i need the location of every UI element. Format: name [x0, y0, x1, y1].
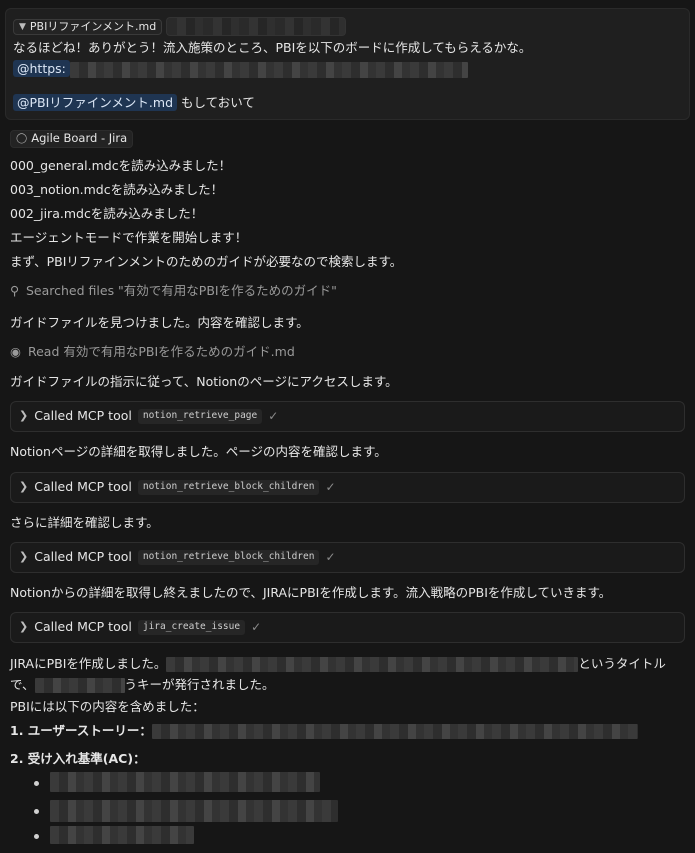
redacted-chip: [166, 17, 346, 36]
read-action[interactable]: ◉ Read 有効で有用なPBIを作るためのガイド.md: [10, 344, 295, 361]
check-icon: ✓: [325, 550, 336, 565]
list-item-acceptance-criteria: 2. 受け入れ基準(AC)：: [10, 751, 146, 766]
log-line: エージェントモードで作業を開始します！: [10, 230, 248, 245]
redacted-key: [34, 678, 125, 693]
log-line: ガイドファイルの指示に従って、Notionのページにアクセスします。: [10, 374, 398, 389]
search-icon: ⚲: [10, 283, 20, 298]
mcp-call-block[interactable]: ❯ Called MCP tool notion_retrieve_page ✓: [10, 401, 685, 432]
eye-icon: ◉: [10, 344, 21, 359]
list-item-user-story: 1. ユーザーストーリー：: [10, 723, 638, 740]
log-line: 000_general.mdcを読み込みました！: [10, 158, 232, 173]
redacted-user-story: [151, 724, 638, 739]
result-line: JIRAにPBIを作成しました。 というタイトル: [10, 656, 666, 672]
log-line: ガイドファイルを見つけました。内容を確認します。: [10, 315, 309, 330]
file-mention[interactable]: @PBIリファインメント.md: [13, 94, 178, 111]
tool-name-tag: notion_retrieve_block_children: [137, 480, 320, 495]
chevron-right-icon: ❯: [19, 550, 29, 564]
search-action[interactable]: ⚲ Searched files "有効で有用なPBIを作るためのガイド": [10, 283, 337, 300]
log-line: 002_jira.mdcを読み込みました！: [10, 206, 204, 221]
url-mention[interactable]: @https:: [13, 60, 70, 77]
log-line: さらに詳細を確認します。: [10, 515, 159, 530]
mcp-call-block[interactable]: ❯ Called MCP tool notion_retrieve_block_…: [10, 472, 685, 503]
check-icon: ✓: [251, 620, 262, 635]
log-line: Notionからの詳細を取得し終えましたので、JIRAにPBIを作成します。流入…: [10, 585, 612, 600]
bullet-icon: [34, 834, 39, 839]
tool-name-tag: jira_create_issue: [137, 620, 246, 635]
tool-name-tag: notion_retrieve_block_children: [137, 550, 320, 565]
check-icon: ✓: [325, 480, 336, 495]
globe-icon: ◯: [16, 133, 28, 144]
redacted-ac-item: [50, 826, 194, 844]
tool-name-tag: notion_retrieve_page: [137, 409, 263, 424]
mcp-call-block[interactable]: ❯ Called MCP tool notion_retrieve_block_…: [10, 542, 685, 573]
chevron-right-icon: ❯: [19, 620, 29, 634]
log-line: Notionページの詳細を取得しました。ページの内容を確認します。: [10, 444, 387, 459]
pin-icon: ▼: [19, 22, 26, 32]
bullet-icon: [34, 809, 39, 814]
log-line: 003_notion.mdcを読み込みました！: [10, 182, 224, 197]
redacted-ac-item: [50, 772, 320, 792]
log-line: まず、PBIリファインメントのためのガイドが必要なので検索します。: [10, 254, 403, 269]
bullet-icon: [34, 781, 39, 786]
redacted-title: [166, 657, 579, 672]
log-line: PBIには以下の内容を含めました：: [10, 699, 205, 714]
attached-file-chip[interactable]: ▼ PBIリファインメント.md: [13, 17, 163, 36]
chevron-right-icon: ❯: [19, 409, 29, 423]
chevron-right-icon: ❯: [19, 480, 29, 494]
message-text-line1: なるほどね！ありがとう！流入施策のところ、PBIを以下のボードに作成してもらえる…: [13, 40, 532, 55]
context-chip[interactable]: ◯ Agile Board - Jira: [10, 129, 134, 148]
redacted-url: [69, 61, 468, 78]
mcp-call-block[interactable]: ❯ Called MCP tool jira_create_issue ✓: [10, 612, 685, 643]
message-suffix: もしておいて: [181, 95, 255, 110]
redacted-ac-item: [50, 800, 338, 822]
result-line: で、 うキーが発行されました。: [10, 677, 275, 693]
check-icon: ✓: [268, 409, 279, 424]
